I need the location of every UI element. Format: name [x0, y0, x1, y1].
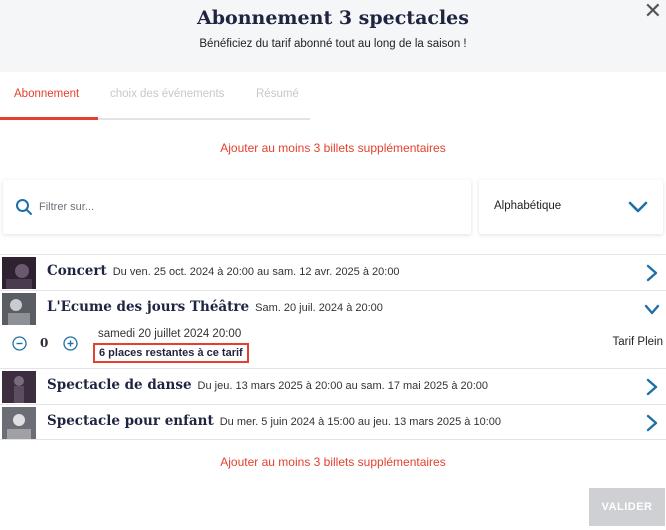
filter-bar: Filtrer sur... Alphabétique: [0, 172, 666, 242]
event-dates: Sam. 20 juil. 2024 à 20:00: [255, 302, 383, 314]
plus-icon[interactable]: [63, 336, 78, 351]
event-dates: Du ven. 25 oct. 2024 à 20:00 au sam. 12 …: [112, 266, 400, 278]
event-row-danse[interactable]: Spectacle de danse Du jeu. 13 mars 2025 à…: [0, 368, 666, 404]
event-row-enfant[interactable]: Spectacle pour enfant Du mer. 5 juin 2024…: [0, 404, 666, 440]
session-date: samedi 20 juillet 2024 20:00: [98, 328, 242, 340]
remaining-places: 6 places restantes à ce tarif: [93, 343, 249, 363]
tab-choix-evenements[interactable]: choix des événements: [110, 88, 224, 100]
event-thumbnail: [2, 293, 36, 325]
close-icon[interactable]: ✕: [644, 0, 662, 22]
event-thumbnail: [2, 257, 36, 289]
modal-title: Abonnement 3 spectacles: [197, 7, 469, 29]
modal-subtitle: Bénéficiez du tarif abonné tout au long …: [199, 38, 467, 50]
event-list: Concert Du ven. 25 oct. 2024 à 20:00 au s…: [0, 254, 666, 440]
minus-icon[interactable]: [12, 336, 27, 351]
session-panel: 0 samedi 20 juillet 2024 20:00 6 places …: [0, 326, 666, 368]
validate-button[interactable]: VALIDER: [589, 488, 665, 526]
event-thumbnail: [2, 371, 36, 403]
chevron-right-icon[interactable]: [644, 378, 660, 396]
tarif-label: Tarif Plein: [612, 336, 664, 348]
event-row-concert[interactable]: Concert Du ven. 25 oct. 2024 à 20:00 au s…: [0, 254, 666, 290]
event-thumbnail: [2, 407, 36, 439]
event-name: Spectacle pour enfant: [47, 413, 214, 429]
chevron-down-icon: [628, 201, 648, 213]
step-tabs: Abonnement choix des événements Résumé: [0, 88, 310, 120]
warning-message-top: Ajouter au moins 3 billets supplémentair…: [220, 141, 446, 155]
filter-input[interactable]: Filtrer sur...: [3, 180, 471, 234]
event-row-ecume[interactable]: L'Ecume des jours Théâtre Sam. 20 juil. 2…: [0, 290, 666, 326]
event-dates: Du mer. 5 juin 2024 à 15:00 au jeu. 13 m…: [219, 416, 502, 428]
event-name: L'Ecume des jours Théâtre: [47, 299, 250, 315]
event-name: Concert: [47, 263, 107, 279]
filter-placeholder: Filtrer sur...: [39, 201, 95, 213]
chevron-down-icon[interactable]: [644, 301, 660, 319]
search-icon: [16, 199, 32, 215]
event-dates: Du jeu. 13 mars 2025 à 20:00 au sam. 17 …: [197, 380, 489, 392]
quantity-value: 0: [40, 336, 49, 350]
modal-header: Abonnement 3 spectacles Bénéficiez du ta…: [0, 0, 666, 72]
sort-select[interactable]: Alphabétique: [479, 180, 663, 234]
chevron-right-icon[interactable]: [644, 264, 660, 282]
warning-message-bottom: Ajouter au moins 3 billets supplémentair…: [220, 455, 446, 469]
tab-active-indicator: [0, 117, 98, 120]
tab-abonnement[interactable]: Abonnement: [14, 88, 79, 100]
tab-resume[interactable]: Résumé: [256, 88, 299, 100]
sort-value: Alphabétique: [494, 200, 562, 212]
event-name: Spectacle de danse: [47, 377, 192, 393]
chevron-right-icon[interactable]: [644, 414, 660, 432]
